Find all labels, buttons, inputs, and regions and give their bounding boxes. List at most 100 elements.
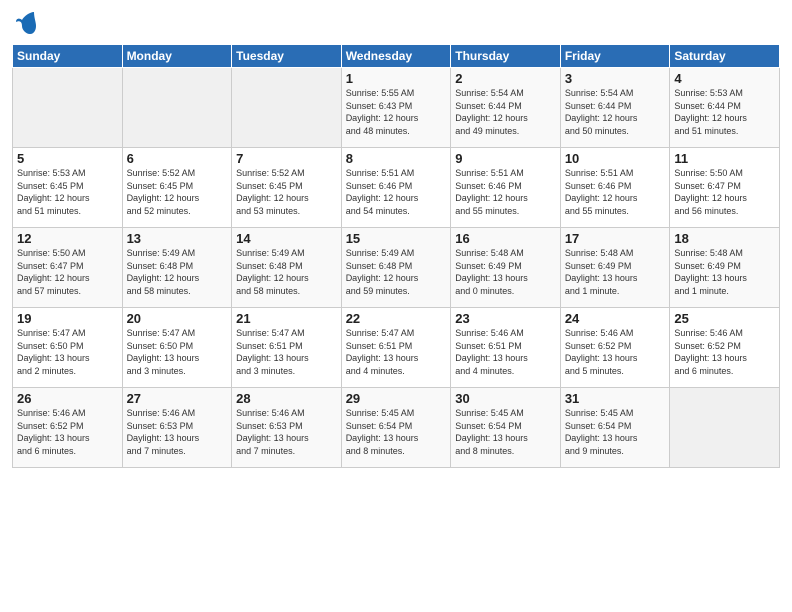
day-info: Sunrise: 5:53 AM Sunset: 6:45 PM Dayligh…	[17, 167, 118, 217]
day-cell: 24Sunrise: 5:46 AM Sunset: 6:52 PM Dayli…	[560, 308, 670, 388]
day-number: 14	[236, 231, 337, 246]
day-info: Sunrise: 5:51 AM Sunset: 6:46 PM Dayligh…	[346, 167, 447, 217]
col-header-tuesday: Tuesday	[232, 45, 342, 68]
day-number: 27	[127, 391, 228, 406]
day-cell: 18Sunrise: 5:48 AM Sunset: 6:49 PM Dayli…	[670, 228, 780, 308]
day-cell: 26Sunrise: 5:46 AM Sunset: 6:52 PM Dayli…	[13, 388, 123, 468]
day-number: 15	[346, 231, 447, 246]
col-header-friday: Friday	[560, 45, 670, 68]
header-row: SundayMondayTuesdayWednesdayThursdayFrid…	[13, 45, 780, 68]
day-info: Sunrise: 5:47 AM Sunset: 6:51 PM Dayligh…	[236, 327, 337, 377]
day-info: Sunrise: 5:45 AM Sunset: 6:54 PM Dayligh…	[565, 407, 666, 457]
day-number: 28	[236, 391, 337, 406]
day-cell: 2Sunrise: 5:54 AM Sunset: 6:44 PM Daylig…	[451, 68, 561, 148]
day-number: 4	[674, 71, 775, 86]
day-number: 7	[236, 151, 337, 166]
day-number: 31	[565, 391, 666, 406]
day-info: Sunrise: 5:53 AM Sunset: 6:44 PM Dayligh…	[674, 87, 775, 137]
day-info: Sunrise: 5:54 AM Sunset: 6:44 PM Dayligh…	[565, 87, 666, 137]
day-number: 3	[565, 71, 666, 86]
day-cell: 31Sunrise: 5:45 AM Sunset: 6:54 PM Dayli…	[560, 388, 670, 468]
day-cell: 4Sunrise: 5:53 AM Sunset: 6:44 PM Daylig…	[670, 68, 780, 148]
day-number: 23	[455, 311, 556, 326]
day-number: 5	[17, 151, 118, 166]
day-info: Sunrise: 5:47 AM Sunset: 6:51 PM Dayligh…	[346, 327, 447, 377]
day-info: Sunrise: 5:46 AM Sunset: 6:51 PM Dayligh…	[455, 327, 556, 377]
day-number: 17	[565, 231, 666, 246]
col-header-wednesday: Wednesday	[341, 45, 451, 68]
day-cell: 5Sunrise: 5:53 AM Sunset: 6:45 PM Daylig…	[13, 148, 123, 228]
day-cell: 27Sunrise: 5:46 AM Sunset: 6:53 PM Dayli…	[122, 388, 232, 468]
day-info: Sunrise: 5:50 AM Sunset: 6:47 PM Dayligh…	[674, 167, 775, 217]
day-cell	[670, 388, 780, 468]
col-header-monday: Monday	[122, 45, 232, 68]
day-number: 20	[127, 311, 228, 326]
day-number: 11	[674, 151, 775, 166]
day-number: 9	[455, 151, 556, 166]
day-info: Sunrise: 5:46 AM Sunset: 6:52 PM Dayligh…	[17, 407, 118, 457]
day-info: Sunrise: 5:52 AM Sunset: 6:45 PM Dayligh…	[127, 167, 228, 217]
day-cell: 17Sunrise: 5:48 AM Sunset: 6:49 PM Dayli…	[560, 228, 670, 308]
day-info: Sunrise: 5:48 AM Sunset: 6:49 PM Dayligh…	[565, 247, 666, 297]
day-cell: 23Sunrise: 5:46 AM Sunset: 6:51 PM Dayli…	[451, 308, 561, 388]
week-row-5: 26Sunrise: 5:46 AM Sunset: 6:52 PM Dayli…	[13, 388, 780, 468]
day-cell	[232, 68, 342, 148]
day-number: 2	[455, 71, 556, 86]
day-cell: 8Sunrise: 5:51 AM Sunset: 6:46 PM Daylig…	[341, 148, 451, 228]
day-number: 10	[565, 151, 666, 166]
day-info: Sunrise: 5:48 AM Sunset: 6:49 PM Dayligh…	[455, 247, 556, 297]
day-cell: 3Sunrise: 5:54 AM Sunset: 6:44 PM Daylig…	[560, 68, 670, 148]
day-cell: 14Sunrise: 5:49 AM Sunset: 6:48 PM Dayli…	[232, 228, 342, 308]
day-info: Sunrise: 5:46 AM Sunset: 6:52 PM Dayligh…	[674, 327, 775, 377]
day-number: 6	[127, 151, 228, 166]
day-info: Sunrise: 5:48 AM Sunset: 6:49 PM Dayligh…	[674, 247, 775, 297]
day-cell	[122, 68, 232, 148]
week-row-4: 19Sunrise: 5:47 AM Sunset: 6:50 PM Dayli…	[13, 308, 780, 388]
day-info: Sunrise: 5:51 AM Sunset: 6:46 PM Dayligh…	[455, 167, 556, 217]
logo-bird-icon	[14, 10, 38, 38]
day-number: 24	[565, 311, 666, 326]
day-cell: 29Sunrise: 5:45 AM Sunset: 6:54 PM Dayli…	[341, 388, 451, 468]
day-cell: 19Sunrise: 5:47 AM Sunset: 6:50 PM Dayli…	[13, 308, 123, 388]
col-header-saturday: Saturday	[670, 45, 780, 68]
day-info: Sunrise: 5:45 AM Sunset: 6:54 PM Dayligh…	[346, 407, 447, 457]
day-number: 25	[674, 311, 775, 326]
day-info: Sunrise: 5:46 AM Sunset: 6:53 PM Dayligh…	[236, 407, 337, 457]
day-cell: 25Sunrise: 5:46 AM Sunset: 6:52 PM Dayli…	[670, 308, 780, 388]
day-number: 8	[346, 151, 447, 166]
day-number: 13	[127, 231, 228, 246]
day-info: Sunrise: 5:47 AM Sunset: 6:50 PM Dayligh…	[17, 327, 118, 377]
day-info: Sunrise: 5:54 AM Sunset: 6:44 PM Dayligh…	[455, 87, 556, 137]
day-cell	[13, 68, 123, 148]
day-number: 1	[346, 71, 447, 86]
day-cell: 21Sunrise: 5:47 AM Sunset: 6:51 PM Dayli…	[232, 308, 342, 388]
day-number: 21	[236, 311, 337, 326]
day-number: 22	[346, 311, 447, 326]
day-info: Sunrise: 5:46 AM Sunset: 6:53 PM Dayligh…	[127, 407, 228, 457]
day-cell: 7Sunrise: 5:52 AM Sunset: 6:45 PM Daylig…	[232, 148, 342, 228]
header	[12, 10, 780, 38]
calendar-container: SundayMondayTuesdayWednesdayThursdayFrid…	[0, 0, 792, 476]
day-info: Sunrise: 5:46 AM Sunset: 6:52 PM Dayligh…	[565, 327, 666, 377]
day-info: Sunrise: 5:49 AM Sunset: 6:48 PM Dayligh…	[236, 247, 337, 297]
week-row-1: 1Sunrise: 5:55 AM Sunset: 6:43 PM Daylig…	[13, 68, 780, 148]
day-info: Sunrise: 5:50 AM Sunset: 6:47 PM Dayligh…	[17, 247, 118, 297]
day-info: Sunrise: 5:45 AM Sunset: 6:54 PM Dayligh…	[455, 407, 556, 457]
col-header-thursday: Thursday	[451, 45, 561, 68]
day-cell: 22Sunrise: 5:47 AM Sunset: 6:51 PM Dayli…	[341, 308, 451, 388]
day-number: 26	[17, 391, 118, 406]
day-cell: 10Sunrise: 5:51 AM Sunset: 6:46 PM Dayli…	[560, 148, 670, 228]
day-number: 18	[674, 231, 775, 246]
day-info: Sunrise: 5:52 AM Sunset: 6:45 PM Dayligh…	[236, 167, 337, 217]
day-cell: 9Sunrise: 5:51 AM Sunset: 6:46 PM Daylig…	[451, 148, 561, 228]
logo	[12, 10, 38, 38]
day-cell: 11Sunrise: 5:50 AM Sunset: 6:47 PM Dayli…	[670, 148, 780, 228]
day-number: 12	[17, 231, 118, 246]
day-cell: 30Sunrise: 5:45 AM Sunset: 6:54 PM Dayli…	[451, 388, 561, 468]
day-number: 30	[455, 391, 556, 406]
day-info: Sunrise: 5:47 AM Sunset: 6:50 PM Dayligh…	[127, 327, 228, 377]
day-cell: 13Sunrise: 5:49 AM Sunset: 6:48 PM Dayli…	[122, 228, 232, 308]
day-info: Sunrise: 5:55 AM Sunset: 6:43 PM Dayligh…	[346, 87, 447, 137]
day-cell: 16Sunrise: 5:48 AM Sunset: 6:49 PM Dayli…	[451, 228, 561, 308]
calendar-table: SundayMondayTuesdayWednesdayThursdayFrid…	[12, 44, 780, 468]
